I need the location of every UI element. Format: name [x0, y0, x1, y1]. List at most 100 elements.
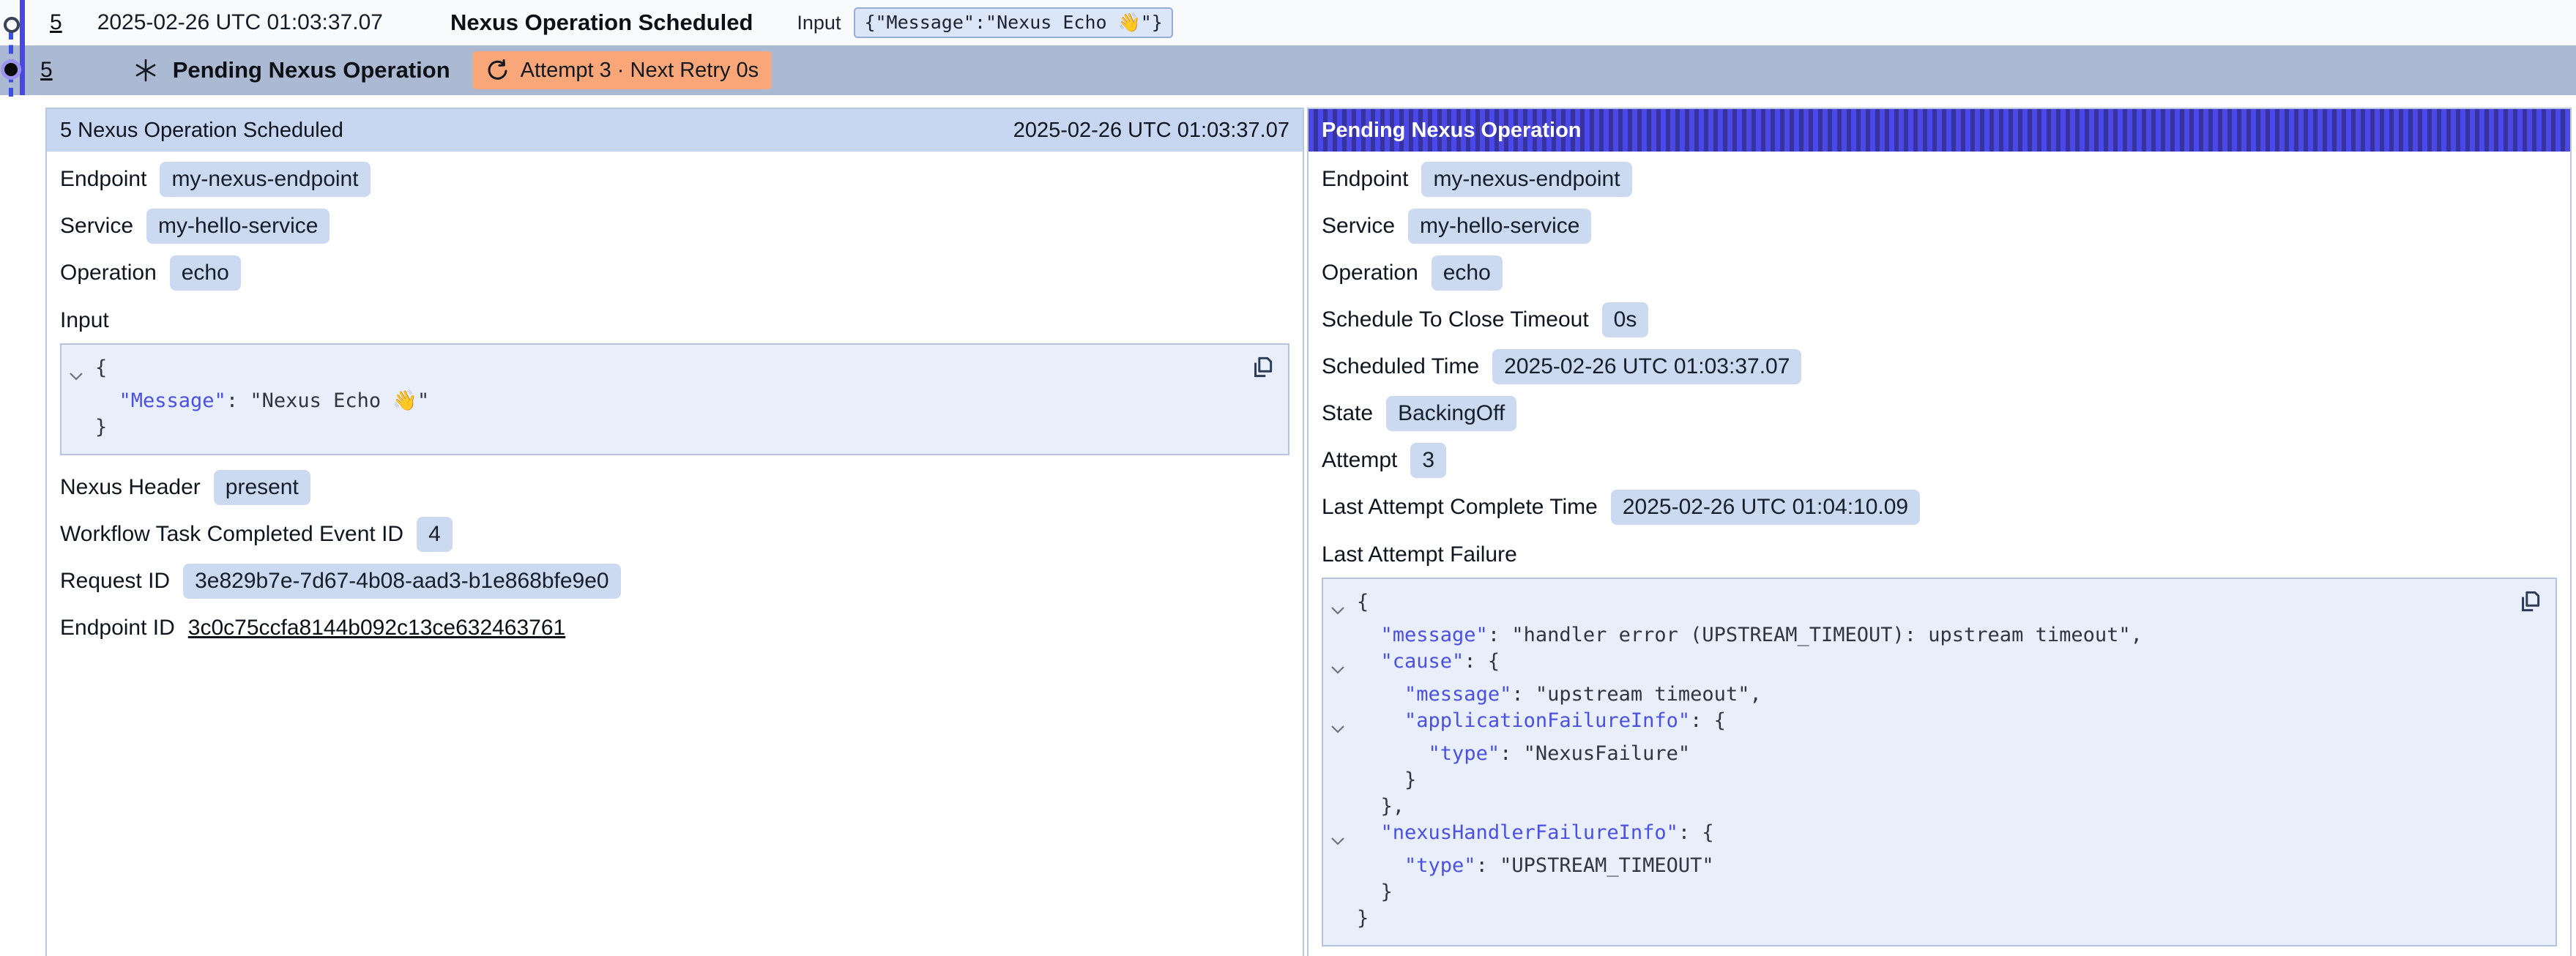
failure-json-block: { "message": "handler error (UPSTREAM_TI… [1322, 578, 2557, 946]
retry-icon [485, 58, 510, 83]
collapse-chevron-icon[interactable] [1330, 708, 1357, 741]
field-label-nexus-header: Nexus Header [60, 475, 201, 500]
event-history-view: 5 2025-02-26 UTC 01:03:37.07 Nexus Opera… [0, 0, 2576, 956]
json-key: "type" [1404, 853, 1476, 879]
json-line: } [1330, 767, 2504, 793]
json-line: }, [1330, 793, 2504, 820]
json-key: "Message" [119, 388, 226, 414]
gutter-spacer [69, 414, 95, 421]
event-row-pending[interactable]: 5 Pending Nexus Operation Attempt 3 · Ne… [0, 45, 2576, 95]
json-key: "message" [1381, 622, 1488, 649]
copy-icon[interactable] [1247, 354, 1276, 383]
json-key: "type" [1429, 741, 1500, 767]
event-row-scheduled[interactable]: 5 2025-02-26 UTC 01:03:37.07 Nexus Opera… [0, 0, 2576, 45]
json-text: : { [1678, 820, 1714, 846]
json-line: "applicationFailureInfo": { [1330, 708, 2504, 741]
event-timestamp: 2025-02-26 UTC 01:03:37.07 [97, 10, 383, 35]
endpoint-id-link[interactable]: 3c0c75ccfa8144b092c13ce632463761 [188, 616, 565, 641]
json-text: : "handler error (UPSTREAM_TIMEOUT): ups… [1488, 622, 2143, 649]
field-row-endpoint: Endpointmy-nexus-endpoint [60, 156, 1289, 203]
field-row-endpoint-id: Endpoint ID3c0c75ccfa8144b092c13ce632463… [60, 605, 1289, 651]
timeline-node-current-icon [4, 63, 18, 76]
field-label-operation: Operation [1322, 261, 1418, 285]
field-row-state: StateBackingOff [1322, 390, 2557, 437]
json-text: } [1357, 905, 1369, 932]
field-row-schedule-to-close-timeout: Schedule To Close Timeout0s [1322, 296, 2557, 343]
field-row-workflow-task-completed-event-id: Workflow Task Completed Event ID4 [60, 511, 1289, 558]
field-label-endpoint: Endpoint [1322, 167, 1408, 192]
service-value-chip: my-hello-service [146, 209, 330, 244]
json-line: } [1330, 879, 2504, 905]
request-id-value-chip: 3e829b7e-7d67-4b08-aad3-b1e868bfe9e0 [183, 564, 621, 599]
operation-value-chip: echo [170, 255, 241, 291]
gutter-spacer [1330, 681, 1357, 688]
json-line: "cause": { [1330, 649, 2504, 681]
json-text: } [1357, 767, 1416, 793]
json-line: "type": "NexusFailure" [1330, 741, 2504, 767]
collapse-chevron-icon[interactable] [1330, 820, 1357, 853]
attempt-value-chip: 3 [1410, 443, 1446, 478]
collapse-chevron-icon[interactable] [69, 355, 95, 388]
field-row-service: Servicemy-hello-service [60, 203, 1289, 250]
copy-icon[interactable] [2514, 588, 2544, 617]
json-text: } [95, 414, 107, 441]
json-text: }, [1357, 793, 1404, 820]
gutter-spacer [1330, 853, 1357, 859]
json-text: : "UPSTREAM_TIMEOUT" [1476, 853, 1714, 879]
failure-section-label: Last Attempt Failure [1322, 531, 2557, 572]
field-row-operation: Operation echo [1322, 250, 2557, 296]
field-label-schedule-to-close-timeout: Schedule To Close Timeout [1322, 307, 1589, 332]
json-text [1357, 853, 1404, 879]
gutter-spacer [1330, 622, 1357, 629]
json-text [1357, 681, 1404, 708]
gutter-spacer [1330, 879, 1357, 886]
event-id-link[interactable]: 5 [50, 10, 62, 35]
scheduled-event-panel: 5 Nexus Operation Scheduled 2025-02-26 U… [45, 108, 1304, 956]
timeline-node-open-icon [4, 17, 20, 33]
json-text: { [95, 355, 107, 381]
retry-badge: Attempt 3 · Next Retry 0s [472, 51, 773, 89]
last-attempt-complete-time-value-chip: 2025-02-26 UTC 01:04:10.09 [1611, 490, 1920, 525]
json-text: : { [1464, 649, 1500, 675]
field-row-last-attempt-complete-time: Last Attempt Complete Time 2025-02-26 UTC… [1322, 484, 2557, 531]
endpoint-value-chip: my-nexus-endpoint [1421, 162, 1631, 197]
field-row-request-id: Request ID3e829b7e-7d67-4b08-aad3-b1e868… [60, 558, 1289, 605]
pending-title: Pending Nexus Operation [173, 57, 450, 83]
event-input-chip: {"Message":"Nexus Echo 👋"} [854, 7, 1172, 38]
pending-operation-panel: Pending Nexus Operation Endpoint my-nexus… [1307, 108, 2572, 956]
json-text: : "upstream timeout", [1511, 681, 1761, 708]
workflow-task-completed-event-id-value-chip: 4 [417, 517, 453, 552]
json-key: "applicationFailureInfo" [1404, 708, 1690, 734]
field-label-attempt: Attempt [1322, 448, 1397, 473]
field-label-scheduled-time: Scheduled Time [1322, 354, 1479, 379]
field-row-operation: Operationecho [60, 250, 1289, 296]
timeline-active-bar [20, 0, 25, 95]
json-text [95, 388, 119, 414]
json-text: : { [1690, 708, 1726, 734]
json-line: "nexusHandlerFailureInfo": { [1330, 820, 2504, 853]
json-text [1357, 649, 1381, 675]
json-text [1357, 622, 1381, 649]
json-text: : "Nexus Echo 👋" [226, 388, 429, 414]
gutter-spacer [1330, 793, 1357, 800]
scheduled-panel-timestamp: 2025-02-26 UTC 01:03:37.07 [1013, 119, 1289, 143]
collapse-chevron-icon[interactable] [1330, 589, 1357, 622]
state-value-chip: BackingOff [1386, 396, 1516, 431]
field-label-endpoint: Endpoint [60, 167, 146, 192]
service-value-chip: my-hello-service [1408, 209, 1591, 244]
operation-value-chip: echo [1432, 255, 1503, 291]
json-key: "cause" [1381, 649, 1464, 675]
json-line: { [69, 355, 1237, 388]
json-text: { [1357, 589, 1369, 616]
pending-panel-title: Pending Nexus Operation [1322, 119, 1582, 143]
field-label-last-attempt-complete-time: Last Attempt Complete Time [1322, 495, 1598, 520]
event-input-label: Input [797, 12, 841, 34]
collapse-chevron-icon[interactable] [1330, 649, 1357, 681]
json-line: "message": "handler error (UPSTREAM_TIME… [1330, 622, 2504, 649]
json-key: "nexusHandlerFailureInfo" [1381, 820, 1678, 846]
field-row-scheduled-time: Scheduled Time2025-02-26 UTC 01:03:37.07 [1322, 343, 2557, 390]
scheduled-panel-title: 5 Nexus Operation Scheduled [60, 119, 343, 143]
pending-id-link[interactable]: 5 [40, 58, 53, 83]
json-text: : "NexusFailure" [1500, 741, 1690, 767]
json-text [1357, 741, 1429, 767]
